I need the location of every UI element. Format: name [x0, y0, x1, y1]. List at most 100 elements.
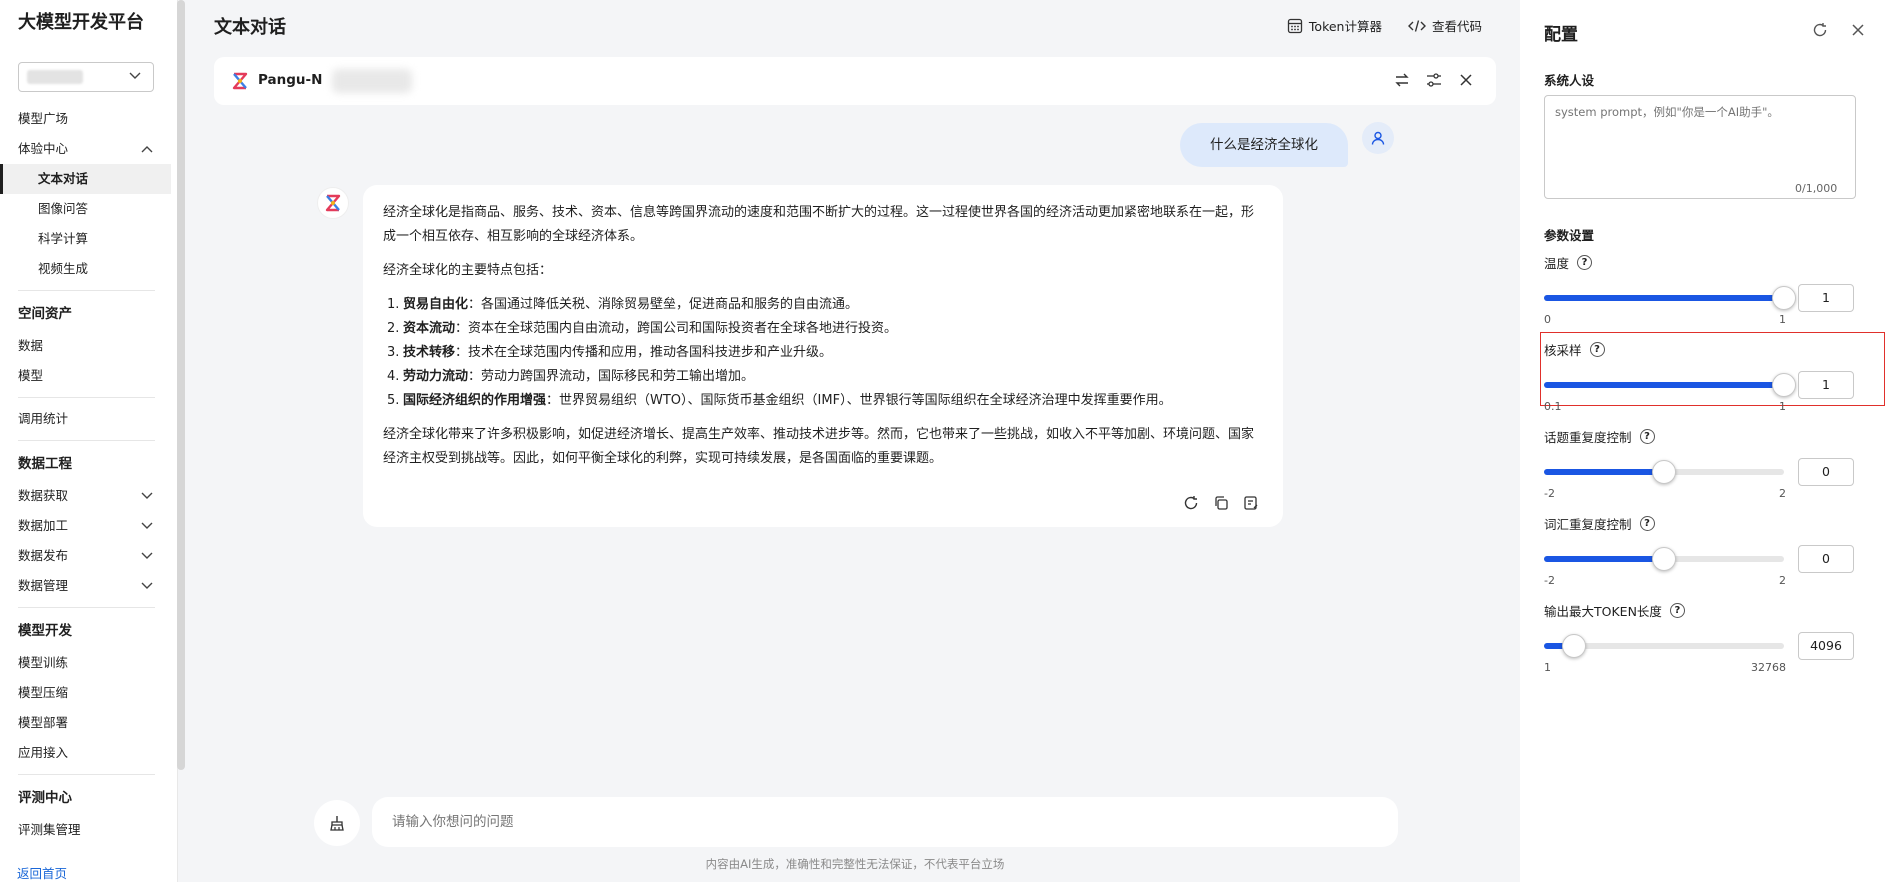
- model-name[interactable]: Pangu-N: [258, 72, 322, 88]
- workspace-name-redacted: [27, 70, 83, 84]
- feature-title: 资本流动: [403, 321, 456, 336]
- slider-thumb[interactable]: [1652, 547, 1676, 571]
- back-home-link[interactable]: 返回首页: [17, 863, 67, 882]
- feature-title: 劳动力流动: [403, 369, 469, 384]
- close-icon[interactable]: [1458, 72, 1474, 88]
- sidebar-item-data-publish[interactable]: 数据发布: [0, 541, 171, 571]
- code-icon: [1407, 19, 1426, 32]
- sidebar-item-text-chat[interactable]: 文本对话: [0, 164, 171, 194]
- sidebar-item-app-access[interactable]: 应用接入: [0, 738, 171, 768]
- token-calculator-button[interactable]: Token计算器: [1287, 16, 1382, 35]
- vocab-repetition-input[interactable]: 0: [1798, 545, 1854, 573]
- slider-max: 1: [1779, 313, 1786, 326]
- slider-max: 1: [1779, 400, 1786, 413]
- sidebar-item-label: 数据获取: [18, 488, 69, 503]
- sidebar-item-label: 科学计算: [38, 231, 89, 246]
- workspace-select[interactable]: [18, 62, 154, 92]
- sidebar-item-model-train[interactable]: 模型训练: [0, 648, 171, 678]
- vocab-repetition-slider[interactable]: [1544, 547, 1784, 571]
- sidebar-item-model-compress[interactable]: 模型压缩: [0, 678, 171, 708]
- sidebar: 大模型开发平台 模型广场 体验中心 文本对话 图像问答 科学计算 视频生成 空间…: [0, 0, 185, 882]
- list-number: 2.: [387, 321, 400, 336]
- sidebar-item-image-qa[interactable]: 图像问答: [0, 194, 171, 224]
- sidebar-item-data-manage[interactable]: 数据管理: [0, 571, 171, 601]
- help-icon[interactable]: ?: [1639, 516, 1655, 531]
- chevron-down-icon: [141, 582, 153, 589]
- sidebar-item-label: 体验中心: [18, 141, 69, 156]
- bot-message-actions: [1183, 495, 1259, 511]
- list-number: 5.: [387, 393, 400, 408]
- sidebar-item-model[interactable]: 模型: [0, 361, 171, 391]
- divider: [18, 774, 155, 775]
- sidebar-item-model-square[interactable]: 模型广场: [0, 104, 171, 134]
- feedback-icon[interactable]: [1243, 495, 1259, 511]
- list-number: 1.: [387, 297, 400, 312]
- slider-min: -2: [1544, 574, 1555, 587]
- view-code-button[interactable]: 查看代码: [1407, 16, 1482, 35]
- slider-max: 2: [1779, 487, 1786, 500]
- sidebar-scrollbar[interactable]: [177, 0, 185, 770]
- sidebar-item-data-process[interactable]: 数据加工: [0, 511, 171, 541]
- slider-thumb[interactable]: [1772, 373, 1796, 397]
- sidebar-item-data-acquire[interactable]: 数据获取: [0, 481, 171, 511]
- max-tokens-slider[interactable]: [1544, 634, 1784, 658]
- chevron-down-icon: [129, 72, 141, 79]
- feature-text: ：各国通过降低关税、消除贸易壁垒，促进商品和服务的自由流通。: [468, 297, 859, 312]
- temperature-input[interactable]: 1: [1798, 284, 1854, 312]
- topic-repetition-slider[interactable]: [1544, 460, 1784, 484]
- reset-icon[interactable]: [1812, 22, 1828, 38]
- feature-title: 国际经济组织的作用增强: [403, 393, 547, 408]
- param-label-vocab-repetition: 词汇重复度控制?: [1544, 514, 1655, 533]
- slider-min: -2: [1544, 487, 1555, 500]
- param-label-text: 温度: [1544, 256, 1570, 271]
- sidebar-item-call-stats[interactable]: 调用统计: [0, 404, 171, 434]
- sidebar-item-label: 模型训练: [18, 655, 69, 670]
- sidebar-item-label: 数据加工: [18, 518, 69, 533]
- max-tokens-input[interactable]: 4096: [1798, 632, 1854, 660]
- param-label-text: 核采样: [1544, 343, 1582, 358]
- help-icon[interactable]: ?: [1577, 255, 1593, 270]
- sidebar-item-model-deploy[interactable]: 模型部署: [0, 708, 171, 738]
- view-code-label: 查看代码: [1431, 19, 1482, 34]
- list-number: 3.: [387, 345, 400, 360]
- slider-thumb[interactable]: [1562, 634, 1586, 658]
- params-section-title: 参数设置: [1544, 228, 1595, 243]
- sidebar-item-data[interactable]: 数据: [0, 331, 171, 361]
- slider-max: 2: [1779, 574, 1786, 587]
- user-icon: [1371, 131, 1385, 145]
- top-p-input[interactable]: 1: [1798, 371, 1854, 399]
- sidebar-item-science-calc[interactable]: 科学计算: [0, 224, 171, 254]
- settings-sliders-icon[interactable]: [1426, 72, 1442, 88]
- sidebar-item-label: 数据: [18, 338, 44, 353]
- help-icon[interactable]: ?: [1639, 429, 1655, 444]
- clear-chat-button[interactable]: [314, 800, 360, 846]
- bot-features-title: 经济全球化的主要特点包括：: [383, 263, 553, 278]
- sidebar-item-eval-set-manage[interactable]: 评测集管理: [0, 815, 171, 845]
- feature-text: ：资本在全球范围内自由流动，跨国公司和国际投资者在全球各地进行投资。: [455, 321, 898, 336]
- sidebar-item-experience-center[interactable]: 体验中心: [0, 134, 171, 164]
- bot-conclusion: 经济全球化带来了许多积极影响，如促进经济增长、提高生产效率、推动技术进步等。然而…: [383, 427, 1255, 466]
- close-icon[interactable]: [1850, 22, 1866, 38]
- copy-icon[interactable]: [1213, 495, 1229, 511]
- divider: [18, 397, 155, 398]
- help-icon[interactable]: ?: [1589, 342, 1605, 357]
- topic-repetition-input[interactable]: 0: [1798, 458, 1854, 486]
- temperature-slider[interactable]: [1544, 286, 1796, 310]
- sidebar-item-label: 文本对话: [38, 171, 89, 186]
- config-panel: 配置 系统人设 0/1,000 参数设置 温度? 1 0 1 核采样? 1 0.…: [1520, 0, 1893, 882]
- brand-title: 大模型开发平台: [18, 12, 144, 33]
- chevron-down-icon: [141, 522, 153, 529]
- divider: [18, 440, 155, 441]
- help-icon[interactable]: ?: [1669, 603, 1685, 618]
- top-p-slider[interactable]: [1544, 373, 1796, 397]
- slider-thumb[interactable]: [1652, 460, 1676, 484]
- page-title: 文本对话: [214, 17, 286, 38]
- nav-group-space-assets: 空间资产: [18, 306, 72, 322]
- switch-model-icon[interactable]: [1394, 72, 1410, 88]
- sidebar-item-video-gen[interactable]: 视频生成: [0, 254, 171, 284]
- regenerate-icon[interactable]: [1183, 495, 1199, 511]
- sidebar-nav: 模型广场 体验中心 文本对话 图像问答 科学计算 视频生成 空间资产 数据 模型…: [0, 104, 171, 845]
- chat-input[interactable]: [372, 797, 1398, 847]
- slider-thumb[interactable]: [1772, 286, 1796, 310]
- param-label-temperature: 温度?: [1544, 253, 1593, 272]
